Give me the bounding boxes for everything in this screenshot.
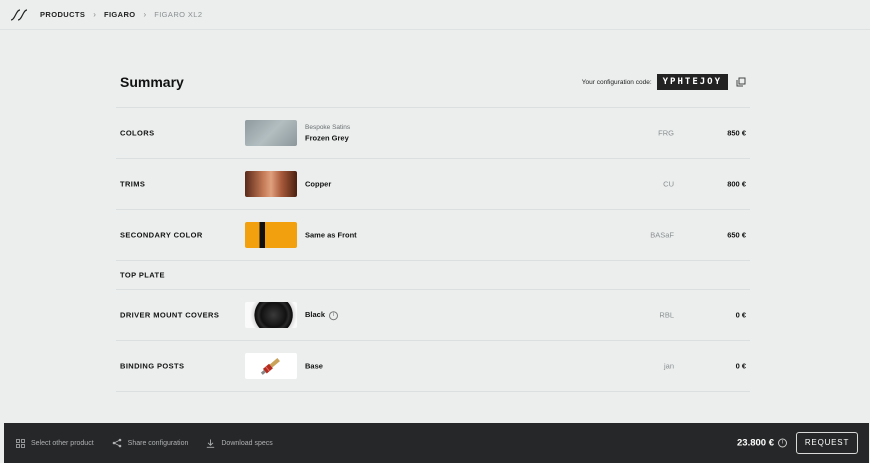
- total-price: 23.800 € i: [737, 438, 787, 449]
- footer-bar: Select other product Share configuration…: [4, 423, 869, 463]
- option-code: jan: [663, 361, 674, 371]
- info-icon[interactable]: i: [329, 310, 339, 320]
- share-configuration-label: Share configuration: [127, 439, 189, 447]
- row-label: TOP PLATE: [120, 270, 165, 280]
- option-price: 800 €: [727, 179, 746, 189]
- chevron-right-icon: ›: [93, 10, 96, 19]
- select-other-product-label: Select other product: [31, 439, 94, 447]
- option-name: Black: [305, 310, 326, 320]
- table-row-driver-mount-covers: DRIVER MOUNT COVERS Black i RBL 0 €: [116, 290, 750, 341]
- swatch-same-as-front: [245, 222, 297, 248]
- option-name: Frozen Grey: [305, 133, 349, 143]
- table-row-binding-posts: BINDING POSTS Base jan 0 €: [116, 341, 750, 392]
- breadcrumb-bar: PRODUCTS › FIGARO › FIGARO XL2: [0, 0, 870, 30]
- option-price: 850 €: [727, 128, 746, 138]
- table-row-secondary-color: SECONDARY COLOR Same as Front BASaF 650 …: [116, 210, 750, 261]
- option-price: 0 €: [735, 361, 746, 371]
- breadcrumb-current: FIGARO XL2: [154, 10, 203, 19]
- option-price: 650 €: [727, 230, 746, 240]
- row-label: TRIMS: [120, 179, 146, 189]
- page-title: Summary: [120, 74, 184, 90]
- download-icon: [207, 439, 215, 448]
- option-name: Base: [305, 361, 323, 371]
- config-code-box: Your configuration code: YPHTEJOY: [582, 74, 746, 90]
- option-code: CU: [663, 179, 674, 189]
- summary-table: COLORS Bespoke Satins Frozen Grey FRG 85…: [116, 107, 750, 392]
- option-code: FRG: [658, 128, 674, 138]
- brand-logo-icon[interactable]: [10, 8, 30, 22]
- row-label: BINDING POSTS: [120, 361, 185, 371]
- info-icon[interactable]: i: [778, 438, 787, 448]
- table-row-colors: COLORS Bespoke Satins Frozen Grey FRG 85…: [116, 108, 750, 159]
- binding-post-image: [260, 358, 280, 375]
- option-price: 0 €: [735, 310, 746, 320]
- option-code: BASaF: [650, 230, 674, 240]
- option-code: RBL: [659, 310, 674, 320]
- table-row-top-plate: TOP PLATE: [116, 261, 750, 290]
- config-code: YPHTEJOY: [656, 74, 728, 90]
- total-price-value: 23.800 €: [737, 437, 774, 449]
- swatch-base: [245, 353, 297, 379]
- share-configuration-button[interactable]: Share configuration: [112, 438, 189, 448]
- request-button[interactable]: REQUEST: [796, 432, 858, 454]
- chevron-right-icon: ›: [143, 10, 147, 19]
- download-specs-label: Download specs: [221, 439, 273, 447]
- row-label: SECONDARY COLOR: [120, 230, 203, 240]
- swatch-copper: [245, 171, 297, 197]
- breadcrumb-figaro[interactable]: FIGARO: [104, 10, 136, 19]
- option-name: Same as Front: [305, 230, 357, 240]
- row-label: DRIVER MOUNT COVERS: [120, 310, 220, 320]
- download-specs-button[interactable]: Download specs: [206, 439, 273, 448]
- table-row-trims: TRIMS Copper CU 800 €: [116, 159, 750, 210]
- config-code-label: Your configuration code:: [581, 78, 652, 86]
- grid-icon: [16, 438, 25, 448]
- option-subtitle: Bespoke Satins: [305, 124, 351, 131]
- breadcrumb-products[interactable]: PRODUCTS: [40, 10, 85, 19]
- share-icon: [112, 438, 121, 448]
- copy-icon[interactable]: [736, 77, 746, 87]
- option-name-with-info: Black i: [305, 310, 339, 320]
- row-label: COLORS: [120, 128, 155, 138]
- select-other-product-button[interactable]: Select other product: [16, 438, 94, 448]
- swatch-black: [245, 302, 297, 328]
- option-name: Copper: [305, 179, 332, 189]
- swatch-frozen-grey: [245, 120, 297, 146]
